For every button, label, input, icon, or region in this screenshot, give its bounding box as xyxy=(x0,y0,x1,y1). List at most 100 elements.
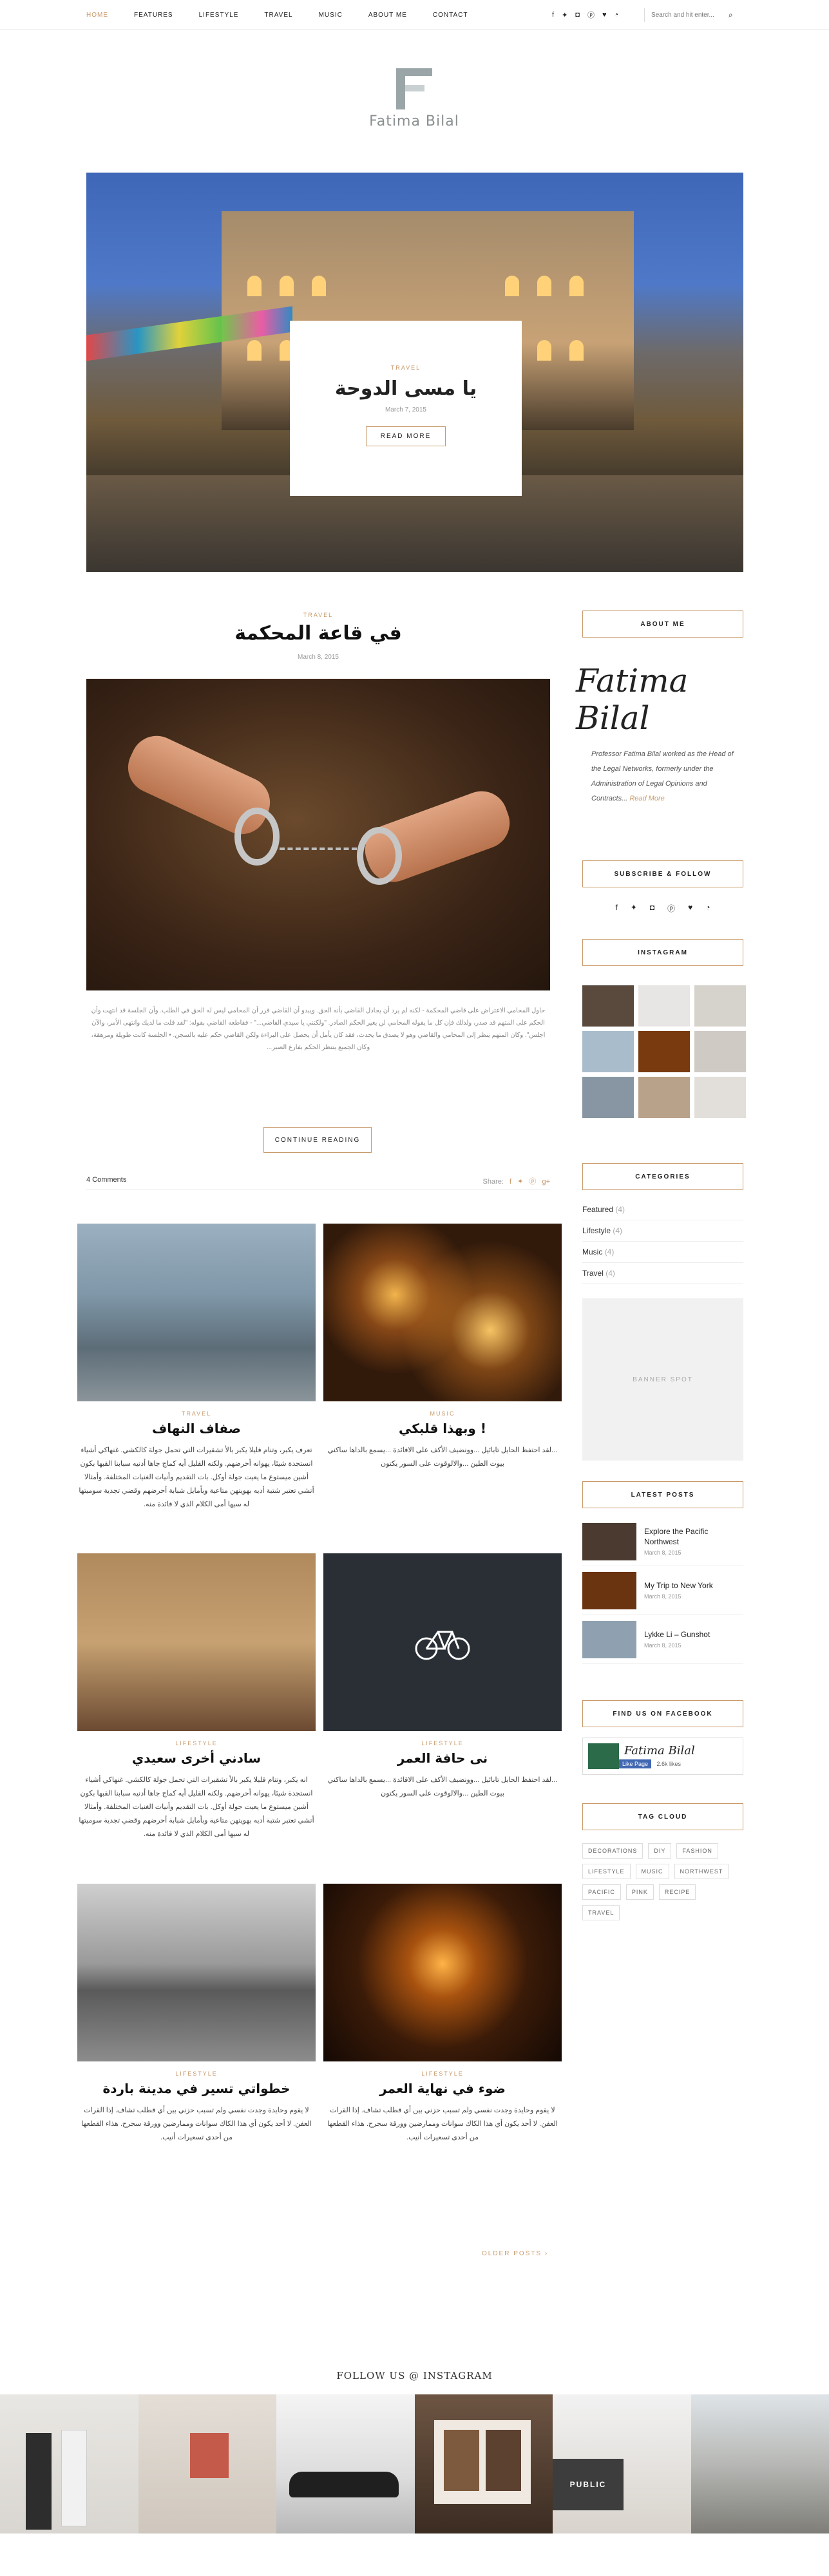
read-more-link[interactable]: Read More xyxy=(629,795,664,802)
post-title[interactable]: صفاف النهاف xyxy=(77,1421,316,1436)
rss-icon[interactable]: ◔ xyxy=(614,11,618,19)
google-plus-icon[interactable]: g+ xyxy=(542,1178,550,1186)
instagram-icon[interactable]: ◘ xyxy=(575,11,580,19)
post-category[interactable]: LIFESTYLE xyxy=(77,2070,316,2077)
tag[interactable]: FASHION xyxy=(676,1843,718,1859)
post-category[interactable]: TRAVEL xyxy=(86,612,550,618)
tag[interactable]: PINK xyxy=(625,1884,654,1900)
tag[interactable]: RECIPE xyxy=(658,1884,696,1900)
instagram-photo[interactable] xyxy=(276,2394,415,2533)
like-page-button[interactable]: Like Page xyxy=(619,1759,652,1768)
nav-about-me[interactable]: ABOUT ME xyxy=(368,12,407,19)
post-thumbnail[interactable] xyxy=(77,1553,316,1731)
nav-contact[interactable]: CONTACT xyxy=(433,12,468,19)
facebook-icon[interactable]: f xyxy=(615,903,617,914)
post-thumbnail[interactable] xyxy=(323,1884,562,2061)
rss-icon[interactable]: ◔ xyxy=(705,903,710,914)
hero-category[interactable]: TRAVEL xyxy=(290,365,522,371)
latest-post-item[interactable]: Lykke Li – Gunshot March 8, 2015 xyxy=(582,1615,743,1664)
instagram-photo[interactable]: PUBLIC xyxy=(553,2394,691,2533)
tag[interactable]: LIFESTYLE xyxy=(582,1864,631,1879)
banner-spot[interactable]: BANNER SPOT xyxy=(582,1298,743,1461)
post-thumbnail[interactable] xyxy=(323,1553,562,1731)
nav-home[interactable]: HOME xyxy=(86,12,108,19)
heart-icon[interactable]: ♥ xyxy=(602,11,607,19)
instagram-icon[interactable]: ◘ xyxy=(650,903,654,914)
instagram-photo[interactable] xyxy=(582,1031,634,1072)
post-thumbnail[interactable] xyxy=(323,1224,562,1401)
instagram-photo[interactable] xyxy=(694,985,746,1027)
logo-text: Fatima Bilal xyxy=(369,113,459,129)
pinterest-icon[interactable]: ⓟ xyxy=(587,10,595,20)
search-input[interactable] xyxy=(651,11,729,19)
instagram-photo[interactable] xyxy=(638,1031,690,1072)
category-item[interactable]: Music (4) xyxy=(582,1242,743,1263)
widget-instagram: INSTAGRAM xyxy=(582,939,746,1118)
post-title[interactable]: وبهذا قلبكي ! xyxy=(323,1421,562,1436)
nav-music[interactable]: MUSIC xyxy=(319,12,343,19)
category-item[interactable]: Travel (4) xyxy=(582,1263,743,1284)
tag[interactable]: DIY xyxy=(648,1843,672,1859)
instagram-photo[interactable] xyxy=(638,1077,690,1118)
pinterest-icon[interactable]: ⓟ xyxy=(529,1178,536,1186)
twitter-icon[interactable]: ✦ xyxy=(631,903,637,914)
widget-title: LATEST POSTS xyxy=(582,1481,743,1508)
twitter-icon[interactable]: ✦ xyxy=(517,1178,523,1186)
follow-instagram-title[interactable]: FOLLOW US @ INSTAGRAM xyxy=(0,2370,829,2382)
nav-lifestyle[interactable]: LIFESTYLE xyxy=(199,12,239,19)
post-category[interactable]: TRAVEL xyxy=(77,1410,316,1417)
tag[interactable]: TRAVEL xyxy=(582,1905,620,1920)
pinterest-icon[interactable]: ⓟ xyxy=(667,903,675,914)
twitter-icon[interactable]: ✦ xyxy=(562,11,567,19)
post-category[interactable]: MUSIC xyxy=(323,1410,562,1417)
category-item[interactable]: Featured (4) xyxy=(582,1199,743,1220)
instagram-photo[interactable] xyxy=(0,2394,138,2533)
search-box: ⌕ xyxy=(644,8,743,22)
post-category[interactable]: LIFESTYLE xyxy=(77,1740,316,1747)
nav-travel[interactable]: TRAVEL xyxy=(264,12,292,19)
facebook-icon[interactable]: f xyxy=(510,1178,511,1186)
post-title[interactable]: سادني أخرى سعيدي xyxy=(77,1750,316,1766)
heart-icon[interactable]: ♥ xyxy=(688,903,692,914)
instagram-photo[interactable] xyxy=(138,2394,276,2533)
instagram-photo[interactable] xyxy=(414,2394,553,2533)
instagram-photo[interactable] xyxy=(582,985,634,1027)
search-icon[interactable]: ⌕ xyxy=(729,10,733,20)
instagram-photo[interactable] xyxy=(694,1031,746,1072)
latest-post-thumbnail[interactable] xyxy=(582,1620,636,1658)
post-thumbnail[interactable] xyxy=(77,1884,316,2061)
post-thumbnail[interactable] xyxy=(77,1224,316,1401)
post-title[interactable]: في قاعة المحكمة xyxy=(86,622,550,645)
post-category[interactable]: LIFESTYLE xyxy=(323,1740,562,1747)
featured-post-image[interactable] xyxy=(86,679,550,990)
nav-features[interactable]: FEATURES xyxy=(134,12,173,19)
latest-post-thumbnail[interactable] xyxy=(582,1522,636,1560)
comments-link[interactable]: 4 Comments xyxy=(86,1176,126,1184)
instagram-photo[interactable] xyxy=(638,985,690,1027)
tag[interactable]: NORTHWEST xyxy=(674,1864,729,1879)
latest-post-thumbnail[interactable] xyxy=(582,1571,636,1609)
post-excerpt: انه يكبر، وتنام قليلا يكبر بالأ تشقيرات … xyxy=(79,1776,314,1838)
instagram-photo[interactable] xyxy=(694,1077,746,1118)
post-category[interactable]: LIFESTYLE xyxy=(323,2070,562,2077)
post-title[interactable]: خطواتي تسير في مدينة باردة xyxy=(77,2081,316,2096)
instagram-photo[interactable] xyxy=(691,2394,829,2533)
post-excerpt: ...لقد احتفظ الحايل تابائيل ...وونضيف ال… xyxy=(327,1776,558,1797)
facebook-icon[interactable]: f xyxy=(552,11,554,19)
continue-reading-button[interactable]: CONTINUE READING xyxy=(263,1127,372,1153)
hero-read-more-button[interactable]: READ MORE xyxy=(365,426,446,446)
latest-post-item[interactable]: My Trip to New York March 8, 2015 xyxy=(582,1566,743,1615)
latest-post-item[interactable]: Explore the Pacific Northwest March 8, 20… xyxy=(582,1517,743,1566)
tag[interactable]: MUSIC xyxy=(635,1864,669,1879)
post-title[interactable]: ضوء في نهاية العمر xyxy=(323,2081,562,2096)
category-item[interactable]: Lifestyle (4) xyxy=(582,1220,743,1242)
widget-title: TAG CLOUD xyxy=(582,1803,743,1830)
site-logo[interactable]: Fatima Bilal xyxy=(350,68,479,133)
facebook-page-box[interactable]: Fatima Bilal Like Page 2.6k likes xyxy=(582,1738,743,1775)
tag[interactable]: PACIFIC xyxy=(582,1884,621,1900)
older-posts-link[interactable]: OLDER POSTS › xyxy=(482,2250,548,2257)
tag[interactable]: DECORATIONS xyxy=(582,1843,643,1859)
instagram-photo[interactable] xyxy=(582,1077,634,1118)
hero-title[interactable]: يا مسى الدوحة xyxy=(290,377,522,400)
post-title[interactable]: نى حافة العمر xyxy=(323,1750,562,1766)
